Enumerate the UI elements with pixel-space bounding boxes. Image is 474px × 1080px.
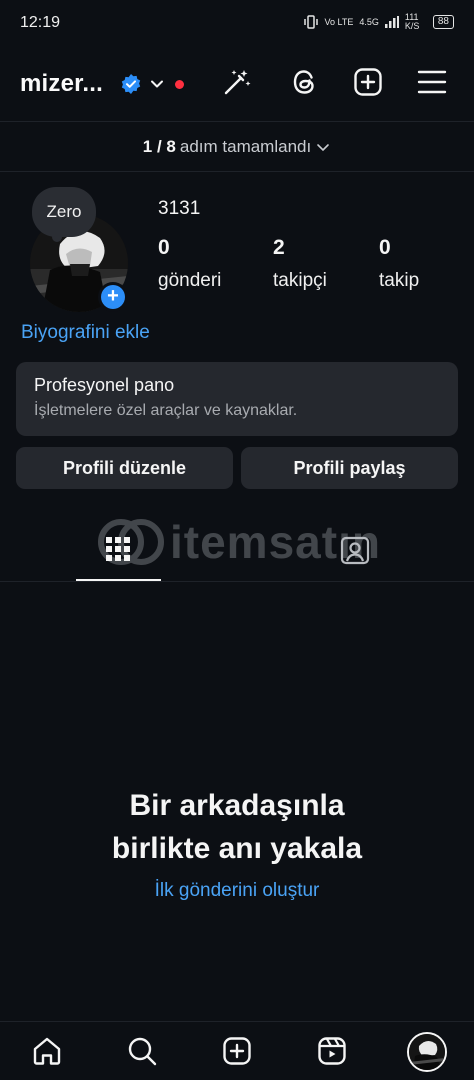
notification-dot bbox=[175, 80, 184, 89]
stat-following[interactable]: 0 takip bbox=[379, 236, 419, 292]
magic-wand-icon[interactable] bbox=[222, 67, 252, 97]
network-label-b: 4.5G bbox=[359, 17, 379, 27]
stat-followers[interactable]: 2 takipçi bbox=[273, 236, 327, 292]
stat-followers-label: takipçi bbox=[273, 270, 327, 291]
share-profile-button[interactable]: Profili paylaş bbox=[241, 447, 458, 489]
stat-followers-value: 2 bbox=[273, 236, 285, 259]
empty-state-line-1: Bir arkadaşınla bbox=[129, 789, 345, 822]
username-switcher[interactable]: mizer... bbox=[20, 70, 103, 98]
home-icon[interactable] bbox=[32, 1036, 62, 1066]
stat-posts[interactable]: 0 gönderi bbox=[158, 236, 221, 292]
speed-label: 111 K/S bbox=[404, 12, 420, 31]
empty-state-title: Bir arkadaşınla birlikte anı yakala bbox=[0, 784, 474, 870]
professional-dashboard-card[interactable]: Profesyonel pano İşletmelere özel araçla… bbox=[16, 362, 458, 436]
create-icon[interactable] bbox=[353, 67, 383, 97]
status-bar: 12:19 Vo LTE 4.5G 111 K/S 88 bbox=[0, 0, 474, 46]
display-name: 3131 bbox=[158, 198, 201, 219]
profile-avatar-image bbox=[409, 1034, 445, 1070]
chevron-down-icon[interactable] bbox=[149, 76, 165, 92]
chevron-down-icon bbox=[317, 144, 330, 152]
reels-icon[interactable] bbox=[317, 1036, 347, 1066]
tabs-divider bbox=[0, 581, 474, 582]
plus-icon: + bbox=[101, 285, 125, 309]
status-icons: Vo LTE 4.5G 111 K/S 88 bbox=[303, 12, 454, 31]
tagged-icon[interactable] bbox=[340, 535, 370, 565]
empty-state-line-2: birlikte anı yakala bbox=[111, 832, 363, 865]
create-first-post-link[interactable]: İlk gönderini oluştur bbox=[0, 880, 474, 902]
stat-posts-value: 0 bbox=[158, 236, 170, 259]
edit-profile-button[interactable]: Profili düzenle bbox=[16, 447, 233, 489]
steps-divider bbox=[0, 171, 474, 172]
note-bubble[interactable]: Zero bbox=[32, 187, 96, 237]
add-story-button[interactable]: + bbox=[98, 282, 128, 312]
watermark: itemsatın bbox=[98, 515, 381, 569]
profile-avatar[interactable] bbox=[407, 1032, 447, 1072]
stat-following-label: takip bbox=[379, 270, 420, 291]
create-post-icon[interactable] bbox=[222, 1036, 252, 1066]
vibrate-icon bbox=[303, 15, 318, 29]
steps-count: 1 / 8 bbox=[142, 137, 176, 156]
steps-text: adım tamamlandı bbox=[179, 137, 312, 156]
stat-posts-label: gönderi bbox=[158, 270, 222, 291]
network-label-a: Vo LTE bbox=[324, 17, 354, 27]
pro-dashboard-subtitle: İşletmelere özel araçlar ve kaynaklar. bbox=[34, 402, 298, 419]
threads-icon[interactable] bbox=[290, 67, 320, 97]
stat-following-value: 0 bbox=[379, 236, 391, 259]
battery-icon: 88 bbox=[432, 15, 454, 29]
verified-badge-icon bbox=[121, 74, 141, 94]
pro-dashboard-title: Profesyonel pano bbox=[34, 375, 175, 395]
onboarding-steps[interactable]: 1 / 8 adım tamamlandı bbox=[0, 122, 474, 172]
status-time: 12:19 bbox=[20, 14, 61, 31]
bottom-nav-divider bbox=[0, 1021, 474, 1022]
menu-icon[interactable] bbox=[417, 67, 447, 97]
search-icon[interactable] bbox=[127, 1036, 157, 1066]
signal-icon bbox=[384, 16, 399, 28]
add-bio-link[interactable]: Biyografini ekle bbox=[21, 322, 150, 344]
grid-icon[interactable] bbox=[104, 535, 132, 563]
